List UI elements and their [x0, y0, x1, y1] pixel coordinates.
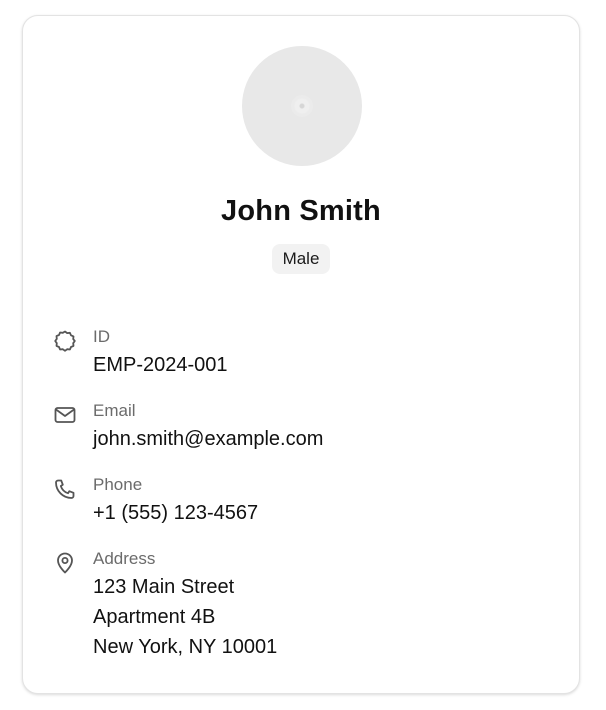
field-value-address: 123 Main Street Apartment 4B New York, N…: [93, 572, 323, 662]
avatar: [242, 46, 362, 166]
address-line-2: Apartment 4B: [93, 606, 216, 628]
user-placeholder-icon: [291, 95, 313, 117]
address-line-3: New York, NY 10001: [93, 636, 278, 658]
map-pin-icon: [57, 552, 73, 574]
address-line-1: 123 Main Street: [93, 576, 235, 598]
profile-card: John Smith Male ID EMP-2024-001 Email jo…: [22, 15, 580, 694]
field-label-address: Address: [93, 549, 156, 568]
profile-name: John Smith: [221, 195, 381, 227]
field-label-phone: Phone: [93, 475, 143, 494]
field-address: Address 123 Main Street Apartment 4B New…: [53, 549, 323, 662]
field-email: Email john.smith@example.com: [53, 401, 323, 454]
gender-badge: Male: [271, 244, 331, 274]
field-value-id: EMP-2024-001: [93, 354, 228, 376]
phone-icon: [55, 479, 75, 499]
field-value-phone[interactable]: +1 (555) 123-4567: [93, 498, 323, 528]
profile-details: ID EMP-2024-001 Email john.smith@example…: [53, 327, 323, 683]
mail-icon: [54, 407, 76, 423]
badge-icon: [54, 330, 76, 352]
field-value-email[interactable]: john.smith@example.com: [93, 424, 323, 454]
field-phone: Phone +1 (555) 123-4567: [53, 475, 323, 528]
field-label-email: Email: [93, 401, 136, 420]
field-id: ID EMP-2024-001: [53, 327, 323, 380]
field-label-id: ID: [93, 327, 110, 346]
